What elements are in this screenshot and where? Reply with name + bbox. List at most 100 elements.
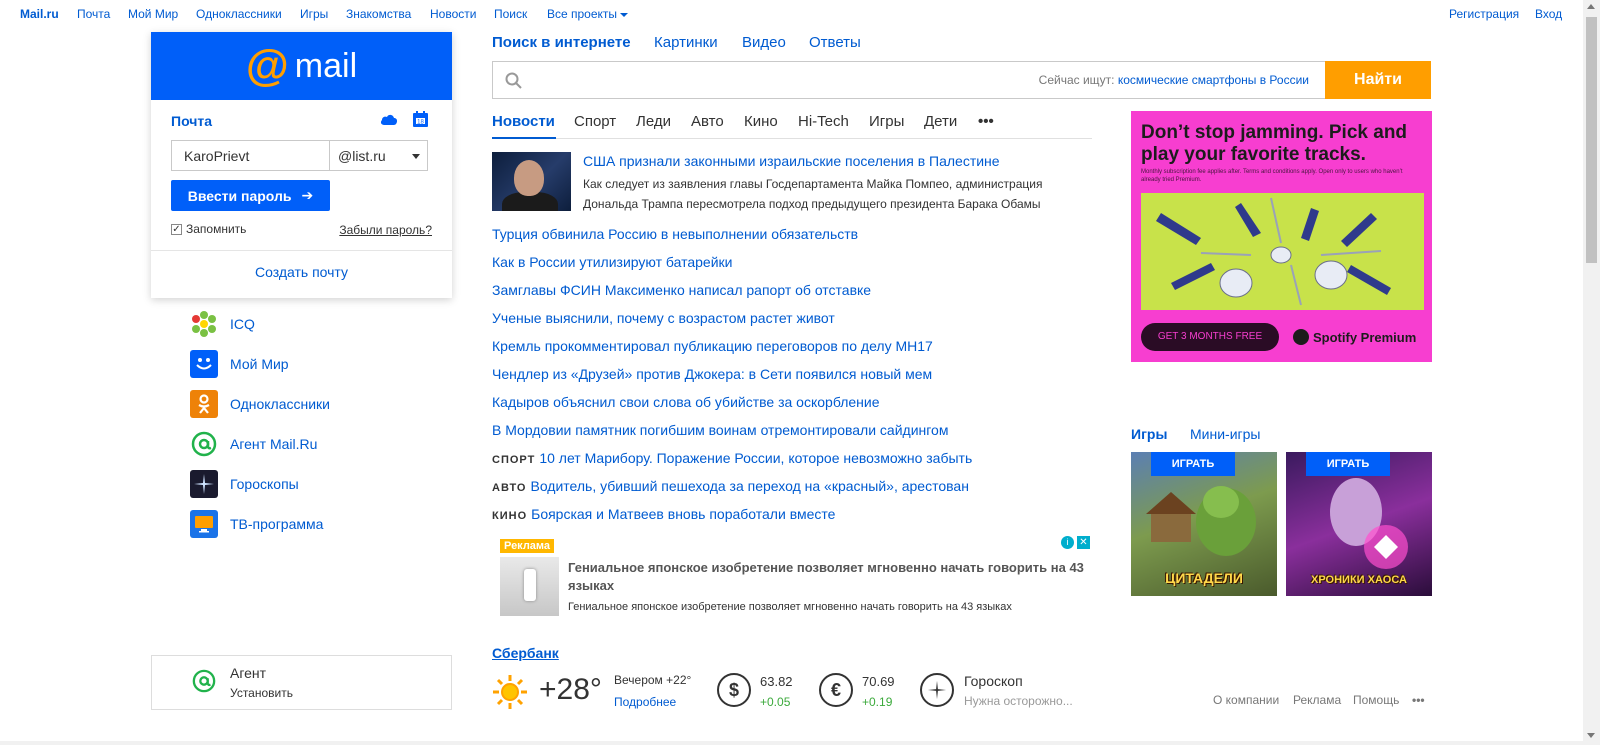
news-item[interactable]: АВТО Водитель, убивший пешехода за перехо… <box>492 478 969 494</box>
scrollbar-thumb[interactable] <box>1586 17 1597 263</box>
news-item[interactable]: Замглавы ФСИН Максименко написал рапорт … <box>492 282 871 298</box>
star-icon[interactable] <box>920 673 954 707</box>
tab-games[interactable]: Игры <box>869 113 904 130</box>
brand-link[interactable]: Mail.ru <box>20 7 59 21</box>
news-item[interactable]: Чендлер из «Друзей» против Джокера: в Се… <box>492 366 932 382</box>
footer-help[interactable]: Помощь <box>1353 693 1399 707</box>
mail-title[interactable]: Почта <box>171 113 212 129</box>
news-category[interactable]: СПОРТ <box>492 454 535 466</box>
enter-password-button[interactable]: Ввести пароль ➔ <box>171 180 330 211</box>
news-title[interactable]: 10 лет Марибору. Поражение России, котор… <box>539 450 972 466</box>
remember-checkbox[interactable]: ✓ Запомнить <box>171 222 246 236</box>
nav-igry[interactable]: Игры <box>300 7 328 21</box>
news-title[interactable]: Кремль прокомментировал публикацию перег… <box>492 338 933 354</box>
tab-answers[interactable]: Ответы <box>809 34 861 51</box>
tab-mini-games[interactable]: Мини-игры <box>1190 426 1260 442</box>
euro-icon[interactable]: € <box>819 673 853 707</box>
scroll-down-icon[interactable] <box>1587 733 1595 738</box>
lead-news-title[interactable]: США признали законными израильские посел… <box>583 153 1000 169</box>
spotify-banner[interactable]: Don’t stop jamming. Pick and play your f… <box>1131 111 1432 362</box>
service-icq[interactable]: ICQ <box>190 310 255 338</box>
register-link[interactable]: Регистрация <box>1449 7 1519 21</box>
footer-about[interactable]: О компании <box>1213 693 1279 707</box>
news-title[interactable]: Чендлер из «Друзей» против Джокера: в Се… <box>492 366 932 382</box>
news-category[interactable]: АВТО <box>492 482 526 494</box>
play-button[interactable]: ИГРАТЬ <box>1306 452 1390 476</box>
play-button[interactable]: ИГРАТЬ <box>1151 452 1235 476</box>
news-title[interactable]: В Мордовии памятник погибшим воинам отре… <box>492 422 948 438</box>
news-title[interactable]: Водитель, убивший пешехода за переход на… <box>530 478 968 494</box>
sberbank-link[interactable]: Сбербанк <box>492 645 559 661</box>
tab-news[interactable]: Новости <box>492 113 555 130</box>
news-title[interactable]: Турция обвинила Россию в невыполнении об… <box>492 226 858 242</box>
tab-auto[interactable]: Авто <box>691 113 724 130</box>
agent-install-box[interactable]: Агент Установить <box>151 655 452 710</box>
horizontal-scrollbar[interactable] <box>0 741 1583 745</box>
vertical-scrollbar[interactable] <box>1583 0 1600 745</box>
eur-rate[interactable]: 70.69 <box>862 674 895 689</box>
create-mail-link[interactable]: Создать почту <box>151 264 452 280</box>
mail-logo[interactable]: @ mail <box>151 32 452 100</box>
more-tabs-icon[interactable]: ••• <box>978 113 994 130</box>
tab-games[interactable]: Игры <box>1131 426 1167 442</box>
ad-subtitle[interactable]: Гениальное японское изобретение позволяе… <box>568 601 1012 613</box>
news-item[interactable]: КИНО Боярская и Матвеев вновь поработали … <box>492 506 835 522</box>
news-title[interactable]: Замглавы ФСИН Максименко написал рапорт … <box>492 282 871 298</box>
news-item[interactable]: Ученые выяснили, почему с возрастом раст… <box>492 310 835 326</box>
nav-poisk[interactable]: Поиск <box>494 7 527 21</box>
sun-icon[interactable] <box>492 674 528 715</box>
weather-temp[interactable]: +28° <box>539 673 602 707</box>
nav-pochta[interactable]: Почта <box>77 7 110 21</box>
more-icon[interactable]: ••• <box>1412 693 1425 707</box>
tab-kino[interactable]: Кино <box>744 113 778 130</box>
news-item[interactable]: Кремль прокомментировал публикацию перег… <box>492 338 933 354</box>
news-category[interactable]: КИНО <box>492 510 527 522</box>
cloud-icon[interactable] <box>380 112 398 131</box>
news-item[interactable]: СПОРТ 10 лет Марибору. Поражение России, … <box>492 450 972 466</box>
ad-close-icon[interactable]: ✕ <box>1077 536 1090 549</box>
usd-rate[interactable]: 63.82 <box>760 674 793 689</box>
lead-news-image[interactable] <box>492 152 571 211</box>
tab-kids[interactable]: Дети <box>924 113 957 130</box>
nav-znakomstva[interactable]: Знакомства <box>346 7 411 21</box>
tab-video[interactable]: Видео <box>742 34 786 51</box>
dollar-icon[interactable]: $ <box>717 673 751 707</box>
nav-odnoklassniki[interactable]: Одноклассники <box>196 7 282 21</box>
game-card[interactable]: ИГРАТЬ ХРОНИКИ ХАОСА <box>1286 452 1432 596</box>
agent-install-link[interactable]: Установить <box>230 686 293 700</box>
ad-block[interactable]: Реклама Гениальное японское изобретение … <box>500 536 1095 618</box>
search-hint-query[interactable]: космические смартфоны в России <box>1118 73 1309 87</box>
nav-moy-mir[interactable]: Мой Мир <box>128 7 178 21</box>
tab-sport[interactable]: Спорт <box>574 113 616 130</box>
search-button[interactable]: Найти <box>1325 61 1431 99</box>
tab-search-internet[interactable]: Поиск в интернете <box>492 34 631 51</box>
ad-info-icon[interactable]: i <box>1061 536 1074 549</box>
search-input[interactable]: Сейчас ищут: космические смартфоны в Рос… <box>492 61 1325 99</box>
service-odnoklassniki[interactable]: Одноклассники <box>190 390 330 418</box>
domain-select[interactable]: @list.ru <box>329 140 428 171</box>
ad-image[interactable] <box>500 557 559 616</box>
news-item[interactable]: Кадыров объяснил свои слова об убийстве … <box>492 394 880 410</box>
service-tv[interactable]: ТВ-программа <box>190 510 323 538</box>
footer-ads[interactable]: Реклама <box>1293 693 1341 707</box>
service-moy-mir[interactable]: Мой Мир <box>190 350 289 378</box>
tab-lady[interactable]: Леди <box>636 113 671 130</box>
tab-hitech[interactable]: Hi-Tech <box>798 113 849 130</box>
news-item[interactable]: Как в России утилизируют батарейки <box>492 254 732 270</box>
news-title[interactable]: Как в России утилизируют батарейки <box>492 254 732 270</box>
news-item[interactable]: Турция обвинила Россию в невыполнении об… <box>492 226 858 242</box>
scroll-up-icon[interactable] <box>1587 4 1595 9</box>
horoscope-title[interactable]: Гороскоп <box>964 673 1023 689</box>
calendar-icon[interactable]: 18 <box>413 111 428 132</box>
tab-images[interactable]: Картинки <box>654 34 718 51</box>
forgot-password-link[interactable]: Забыли пароль? <box>339 223 432 237</box>
nav-all-projects[interactable]: Все проекты <box>547 7 629 21</box>
news-title[interactable]: Кадыров объяснил свои слова об убийстве … <box>492 394 880 410</box>
news-item[interactable]: В Мордовии памятник погибшим воинам отре… <box>492 422 948 438</box>
ad-title[interactable]: Гениальное японское изобретение позволяе… <box>568 559 1093 595</box>
weather-more-link[interactable]: Подробнее <box>614 695 676 709</box>
news-title[interactable]: Боярская и Матвеев вновь поработали вмес… <box>531 506 835 522</box>
banner-cta-button[interactable]: GET 3 MONTHS FREE <box>1141 323 1279 351</box>
news-title[interactable]: Ученые выяснили, почему с возрастом раст… <box>492 310 835 326</box>
game-card[interactable]: ИГРАТЬ ЦИТАДЕЛИ <box>1131 452 1277 596</box>
